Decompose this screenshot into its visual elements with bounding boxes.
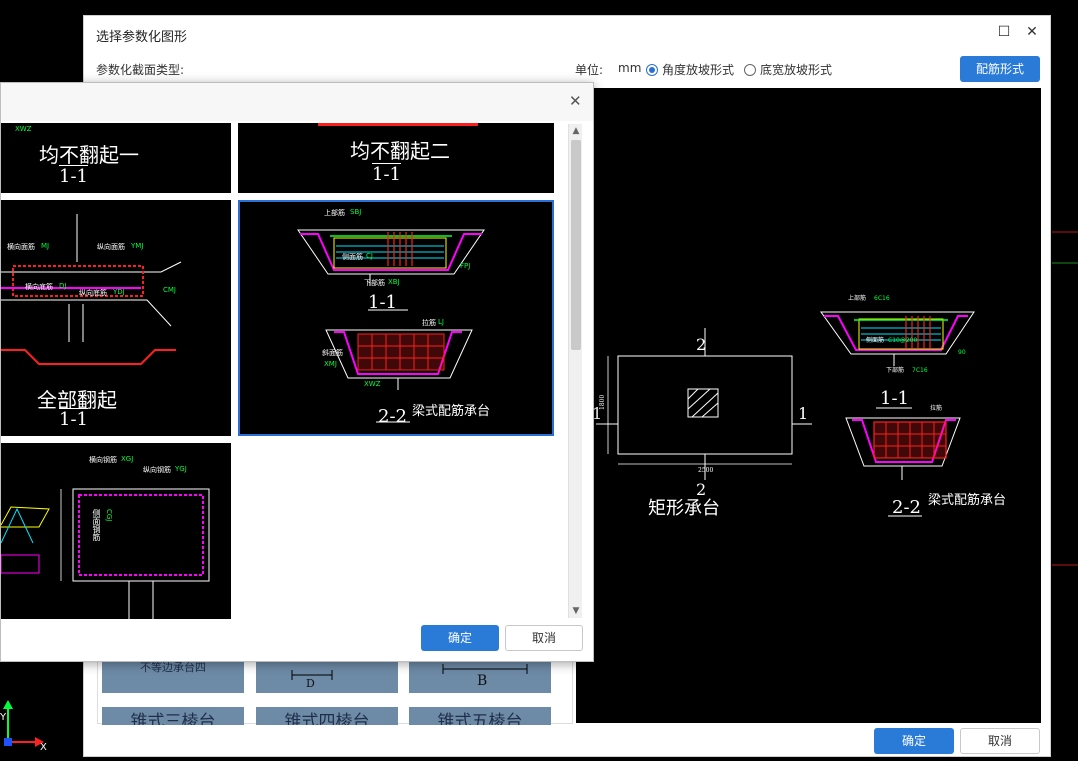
cell-section: 2-2 (378, 406, 407, 427)
dialog-scrollbar[interactable]: ▲ ▼ (568, 124, 582, 618)
preview-tie-label: 拉筋 (930, 404, 942, 412)
preview-label-2-bottom: 2 (696, 480, 706, 499)
radio-button-selected[interactable] (646, 64, 658, 76)
radio-width-slope[interactable]: 底宽放坡形式 (744, 61, 832, 78)
radio-button[interactable] (744, 64, 756, 76)
cell-code: YDJ (113, 288, 125, 296)
cell-label: 下部筋 (364, 279, 385, 287)
cell-label: 上部筋 (324, 209, 345, 217)
cell-label: 拉筋 (422, 319, 436, 327)
scroll-thumb[interactable] (571, 140, 581, 350)
cell-title: 梁式配筋承台 (412, 404, 491, 419)
cell-tag: XWZ (15, 125, 32, 133)
preview-label-2-top: 2 (696, 335, 706, 354)
maximize-icon[interactable]: ☐ (995, 24, 1013, 40)
cell-label: 纵向底筋 (79, 289, 107, 297)
cell-title: 均不翻起二 (350, 139, 450, 163)
cell-code: XWZ (364, 380, 381, 388)
shape-tile[interactable]: 锥式五棱台 (409, 707, 551, 725)
window-title: 选择参数化图形 (96, 30, 188, 45)
unit-label: 单位: (575, 63, 604, 77)
cell-code: CMJ (163, 286, 176, 294)
cell-code: XBJ (388, 278, 400, 286)
cell-title: 均不翻起一 (39, 143, 139, 167)
tile-label: 锥式四棱台 (284, 712, 370, 725)
svg-text:Y: Y (0, 712, 7, 723)
shape-tile[interactable]: 不等边承台四 (102, 661, 244, 693)
preview-side-bar-label: 侧面筋 (866, 336, 884, 344)
scroll-up-icon[interactable]: ▲ (569, 124, 583, 138)
cell-section: 1-1 (59, 408, 88, 430)
cell-label: 纵向面筋 (97, 243, 125, 251)
rebar-form-button[interactable]: 配筋形式 (960, 56, 1040, 82)
cell-section: 1-1 (368, 292, 397, 313)
rebar-form-cell[interactable]: XWZ 均不翻起一 1-1 (1, 123, 231, 193)
ucs-axis-icon: Y X (0, 700, 60, 761)
cell-label: 横向底筋 (25, 283, 53, 291)
shape-tile[interactable]: B (409, 661, 551, 693)
tile-label: 锥式五棱台 (437, 712, 523, 725)
radio-angle-label: 角度放坡形式 (662, 63, 735, 77)
tile-label: 锥式三棱台 (130, 712, 216, 725)
cell-code: CJ (366, 252, 373, 260)
preview-style-name: 梁式配筋承台 (928, 492, 1006, 508)
shape-tile[interactable]: D (256, 661, 398, 693)
preview-section-1-1: 1-1 (880, 388, 909, 409)
dialog-close-icon[interactable]: ✕ (569, 92, 582, 110)
svg-text:X: X (40, 742, 47, 753)
radio-width-label: 底宽放坡形式 (760, 63, 833, 77)
ok-button[interactable]: 确定 (874, 728, 954, 754)
rebar-form-cell[interactable]: 横向钢筋 XGJ 纵向钢筋 YGJ 侧面钢筋 CGJ (1, 443, 231, 619)
cell-code: YMJ (131, 242, 144, 250)
preview-bottom-bar-value: 7C16 (912, 367, 928, 374)
preview-bottom-bar-label: 下部筋 (886, 366, 904, 374)
cell-label: 纵向钢筋 (143, 466, 171, 474)
section-type-label: 参数化截面类型: (96, 63, 185, 77)
cell-label: 侧面筋 (342, 253, 363, 261)
tile-label: 不等边承台四 (140, 661, 206, 674)
preview-top-bar-label: 上部筋 (848, 294, 866, 302)
cell-code: YGJ (175, 465, 187, 473)
scroll-down-icon[interactable]: ▼ (569, 604, 583, 618)
preview-shape-name: 矩形承台 (648, 498, 720, 519)
cell-label: 侧面钢筋 (92, 509, 101, 541)
shape-tile[interactable]: 锥式三棱台 (102, 707, 244, 725)
cell-label: 斜面筋 (322, 349, 343, 357)
shape-preview-panel: 2 1 1 2 2500 1800 矩形承台 上部筋 6C16 侧面筋 C10@… (576, 88, 1041, 723)
cell-code: LJ (438, 318, 444, 326)
cell-section: 1-1 (59, 165, 88, 187)
close-icon[interactable]: ✕ (1023, 24, 1041, 40)
preview-dim-90: 90 (958, 349, 966, 356)
preview-dim-width: 2500 (698, 467, 713, 474)
cell-label: 横向钢筋 (89, 456, 117, 464)
tile-label: D (306, 677, 315, 690)
cell-code: XGJ (121, 455, 134, 463)
cell-code: XMJ (324, 360, 337, 368)
preview-section-2-2: 2-2 (892, 497, 921, 518)
preview-dim-height: 1800 (599, 395, 606, 410)
unit-value: mm (618, 61, 642, 75)
cell-section: 1-1 (372, 163, 401, 185)
rebar-form-cell[interactable]: 横向面筋 MJ 纵向面筋 YMJ 横向底筋 DJ 纵向底筋 YDJ CMJ 全部… (1, 200, 231, 436)
cell-code: CGJ (105, 509, 113, 522)
dialog-ok-button[interactable]: 确定 (421, 625, 499, 651)
rebar-form-grid[interactable]: XWZ 均不翻起一 1-1 均不翻起二 1-1 横向面筋 MJ 纵向面筋 YMJ… (1, 121, 567, 619)
cell-code: SBJ (350, 208, 362, 216)
preview-side-bar-value: C10@200 (888, 337, 917, 344)
rebar-form-cell[interactable]: 均不翻起二 1-1 (238, 123, 554, 193)
cell-label: 横向面筋 (7, 243, 35, 251)
cancel-button[interactable]: 取消 (960, 728, 1040, 754)
preview-top-bar-value: 6C16 (874, 295, 890, 302)
dialog-header: ✕ (1, 83, 593, 121)
rebar-form-dialog: ✕ XWZ 均不翻起一 1-1 均不翻起二 1-1 横向面筋 MJ 纵向面筋 Y… (0, 82, 594, 662)
shape-tile[interactable]: 锥式四棱台 (256, 707, 398, 725)
cell-code: MJ (41, 242, 50, 250)
rebar-form-cell-selected[interactable]: 上部筋 SBJ 侧面筋 CJ 下部筋 XBJ FPJ 1-1 拉筋 LJ 斜面筋… (238, 200, 554, 436)
dialog-cancel-button[interactable]: 取消 (505, 625, 583, 651)
tile-label: B (477, 673, 488, 689)
cell-code: FPJ (460, 262, 471, 270)
cell-code: DJ (59, 282, 67, 290)
preview-label-1-right: 1 (798, 404, 808, 423)
radio-angle-slope[interactable]: 角度放坡形式 (646, 61, 734, 78)
